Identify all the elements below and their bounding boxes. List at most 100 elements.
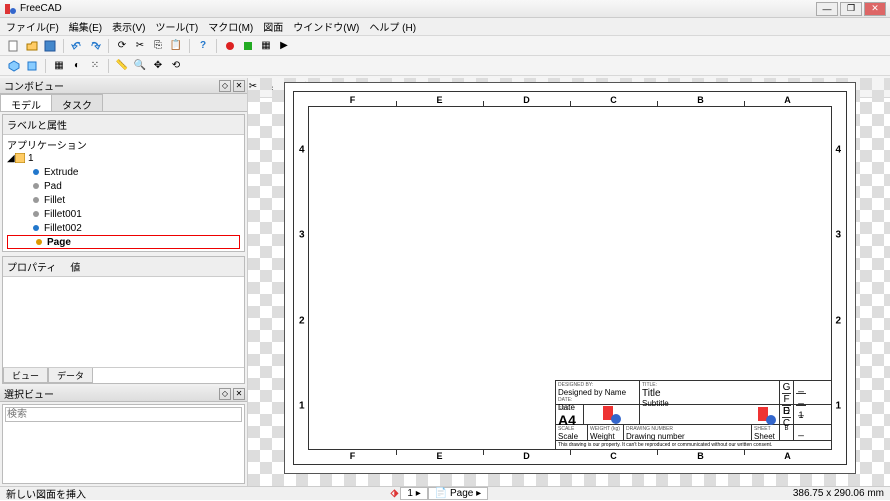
window-title: FreeCAD — [20, 3, 814, 14]
tree-header: ラベルと属性 — [3, 115, 244, 135]
drawing-canvas[interactable]: DESIGNED BY: Designed by Name DATE: Date… — [248, 78, 890, 486]
selection-search-input[interactable] — [5, 407, 242, 422]
menu-file[interactable]: ファイル(F) — [6, 19, 59, 34]
panel-float-icon[interactable]: ◇ — [219, 388, 231, 400]
tree-item-pad[interactable]: Pad — [7, 179, 240, 193]
row-label-right: 4 — [835, 144, 841, 155]
feature-icon — [31, 181, 41, 191]
points-icon[interactable]: ⁙ — [87, 58, 103, 74]
zoom-icon[interactable]: 🔍 — [132, 58, 148, 74]
save-icon[interactable] — [42, 38, 58, 54]
property-col-name: プロパティ — [7, 259, 56, 274]
tree-item-fillet[interactable]: Fillet — [7, 193, 240, 207]
col-label-top: F — [350, 95, 356, 105]
tree-item-fillet002[interactable]: Fillet002 — [7, 221, 240, 235]
menu-tools[interactable]: ツール(T) — [155, 19, 198, 34]
row-label-left: 2 — [299, 315, 305, 326]
menu-drawing[interactable]: 図面 — [263, 19, 283, 34]
open-icon[interactable] — [24, 38, 40, 54]
new-icon[interactable] — [6, 38, 22, 54]
col-label-top: C — [610, 95, 617, 105]
copy-icon[interactable]: ⎘ — [150, 38, 166, 54]
panel-float-icon[interactable]: ◇ — [219, 80, 231, 92]
measure-icon[interactable]: 📏 — [114, 58, 130, 74]
left-panel: コンボビュー ◇✕ モデル タスク ラベルと属性 アプリケーション ◢ 1 Ex… — [0, 78, 248, 486]
doc-tab-icon[interactable]: ⬗ — [391, 488, 399, 499]
freecad-logo-icon — [603, 406, 621, 424]
menu-help[interactable]: ヘルプ (H) — [369, 19, 416, 34]
freecad-logo-icon — [758, 407, 776, 425]
whatsthis-icon[interactable]: ? — [195, 38, 211, 54]
row-label-left: 3 — [299, 230, 305, 241]
panel-close-icon[interactable]: ✕ — [233, 80, 245, 92]
menu-edit[interactable]: 編集(E) — [69, 19, 102, 34]
row-label-left: 4 — [299, 144, 305, 155]
feature-icon — [31, 223, 41, 233]
tree-document[interactable]: ◢ 1 — [7, 151, 240, 165]
panel-close-icon[interactable]: ✕ — [233, 388, 245, 400]
view-iso-icon[interactable] — [6, 58, 22, 74]
menu-window[interactable]: ウインドウ(W) — [293, 19, 359, 34]
title-block: DESIGNED BY: Designed by Name DATE: Date… — [555, 380, 831, 449]
col-label-top: A — [784, 95, 791, 105]
page-tab[interactable]: 📄 Page ▸ — [428, 487, 488, 500]
col-label-bottom: B — [697, 451, 704, 461]
col-label-bottom: D — [523, 451, 530, 461]
close-button[interactable]: ✕ — [864, 2, 886, 16]
col-label-bottom: E — [436, 451, 442, 461]
property-tab-data[interactable]: データ — [48, 368, 93, 383]
pan-icon[interactable]: ✥ — [150, 58, 166, 74]
doc-tab[interactable]: 1 ▸ — [400, 487, 427, 500]
tab-tasks[interactable]: タスク — [51, 94, 103, 111]
paste-icon[interactable]: 📋 — [168, 38, 184, 54]
property-view: プロパティ 値 ビュー データ — [2, 256, 245, 384]
toolbar-row-2: ▦ ◐ ⁙ 📏 🔍 ✥ ⟲ — [0, 56, 890, 76]
stop-icon[interactable] — [240, 38, 256, 54]
combo-tabs: モデル タスク — [0, 94, 247, 112]
col-label-bottom: A — [784, 451, 791, 461]
macros-icon[interactable]: ▦ — [258, 38, 274, 54]
record-icon[interactable] — [222, 38, 238, 54]
tab-model[interactable]: モデル — [0, 94, 52, 111]
col-label-bottom: C — [610, 451, 617, 461]
app-icon — [4, 3, 16, 15]
status-bar: 新しい図面を挿入 ⬗ 1 ▸ 📄 Page ▸ 386.75 x 290.06 … — [0, 486, 890, 500]
row-label-right: 2 — [835, 315, 841, 326]
undo-icon[interactable] — [69, 38, 85, 54]
minimize-button[interactable]: — — [816, 2, 838, 16]
maximize-button[interactable]: ❐ — [840, 2, 862, 16]
cut-icon[interactable]: ✂ — [132, 38, 148, 54]
row-label-right: 3 — [835, 230, 841, 241]
tree-application[interactable]: アプリケーション — [7, 137, 240, 151]
property-tab-view[interactable]: ビュー — [3, 368, 48, 383]
col-label-top: B — [697, 95, 704, 105]
col-label-bottom: F — [350, 451, 356, 461]
tree-item-extrude[interactable]: Extrude — [7, 165, 240, 179]
rotate-icon[interactable]: ⟲ — [168, 58, 184, 74]
combo-view-header: コンボビュー ◇✕ — [0, 78, 247, 94]
col-label-top: E — [436, 95, 442, 105]
feature-icon — [31, 195, 41, 205]
row-label-left: 1 — [299, 401, 305, 412]
toolbar-row-1: ⟳ ✂ ⎘ 📋 ? ▦ ▶ — [0, 36, 890, 56]
tree-item-fillet001[interactable]: Fillet001 — [7, 207, 240, 221]
redo-icon[interactable] — [87, 38, 103, 54]
feature-icon — [34, 237, 44, 247]
execute-icon[interactable]: ▶ — [276, 38, 292, 54]
col-label-top: D — [523, 95, 530, 105]
tree-item-page[interactable]: Page — [7, 235, 240, 249]
tree-view: ラベルと属性 アプリケーション ◢ 1 ExtrudePadFilletFill… — [2, 114, 245, 252]
feature-icon — [31, 167, 41, 177]
menu-macro[interactable]: マクロ(M) — [208, 19, 253, 34]
menu-view[interactable]: 表示(V) — [112, 19, 145, 34]
drawing-page: DESIGNED BY: Designed by Name DATE: Date… — [284, 82, 856, 474]
wireframe-icon[interactable]: ▦ — [51, 58, 67, 74]
property-col-value: 値 — [70, 259, 80, 274]
selection-view-header: 選択ビュー ◇✕ — [0, 386, 247, 402]
menu-bar: ファイル(F) 編集(E) 表示(V) ツール(T) マクロ(M) 図面 ウイン… — [0, 18, 890, 36]
row-label-right: 1 — [835, 401, 841, 412]
refresh-icon[interactable]: ⟳ — [114, 38, 130, 54]
status-coords: 386.75 x 290.06 mm — [793, 488, 884, 499]
shaded-icon[interactable]: ◐ — [69, 58, 85, 74]
view-front-icon[interactable] — [24, 58, 40, 74]
